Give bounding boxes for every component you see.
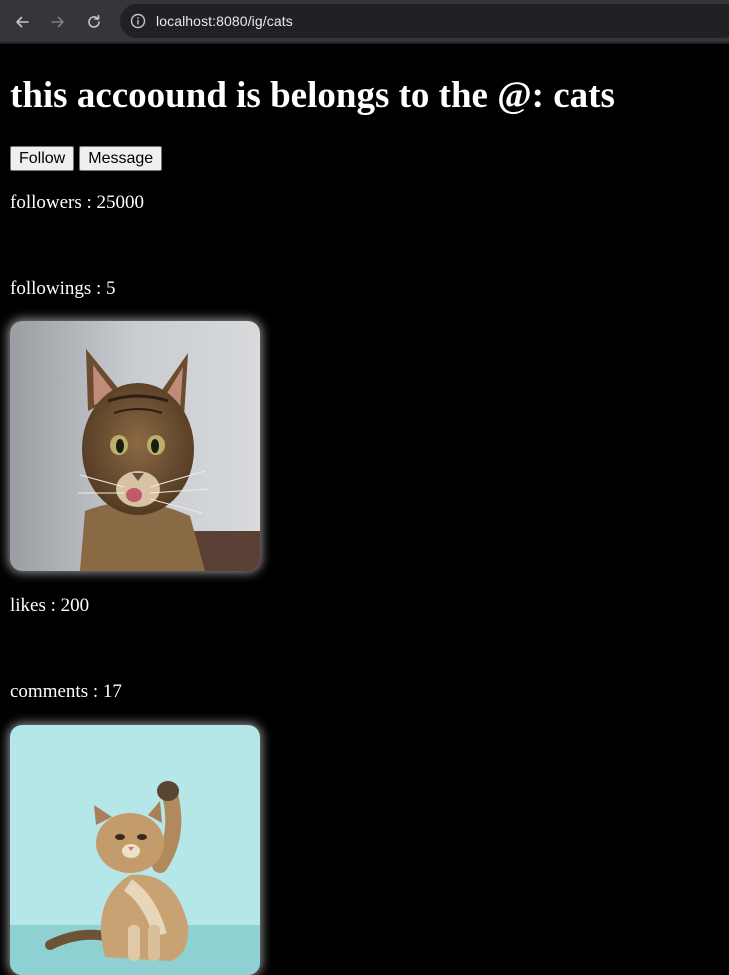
address-bar[interactable]: localhost:8080/ig/cats [120,4,729,38]
arrow-right-icon [51,16,64,28]
post-1-likes: likes : 200 [10,595,90,616]
arrow-left-icon [16,16,29,28]
kitten-photo [10,725,260,975]
url-text: localhost:8080/ig/cats [156,13,293,29]
page-title: this accoound is belongs to the @: cats [10,75,615,116]
followings-count: followings : 5 [10,278,116,299]
reload-button[interactable] [82,10,106,34]
followers-count: followers : 25000 [10,192,145,213]
follow-button[interactable]: Follow [10,146,75,171]
post-image-1[interactable] [10,321,260,571]
message-button[interactable]: Message [79,146,163,171]
post-image-2[interactable] [10,725,260,975]
post-1-comments: comments : 17 [10,681,122,702]
profile-actions: Follow Message [10,146,163,171]
tabby-cat-photo [10,321,260,571]
back-button[interactable] [10,10,34,34]
info-icon[interactable] [130,13,146,29]
forward-button[interactable] [46,10,70,34]
reload-icon [88,14,100,28]
browser-toolbar: localhost:8080/ig/cats [0,0,729,44]
